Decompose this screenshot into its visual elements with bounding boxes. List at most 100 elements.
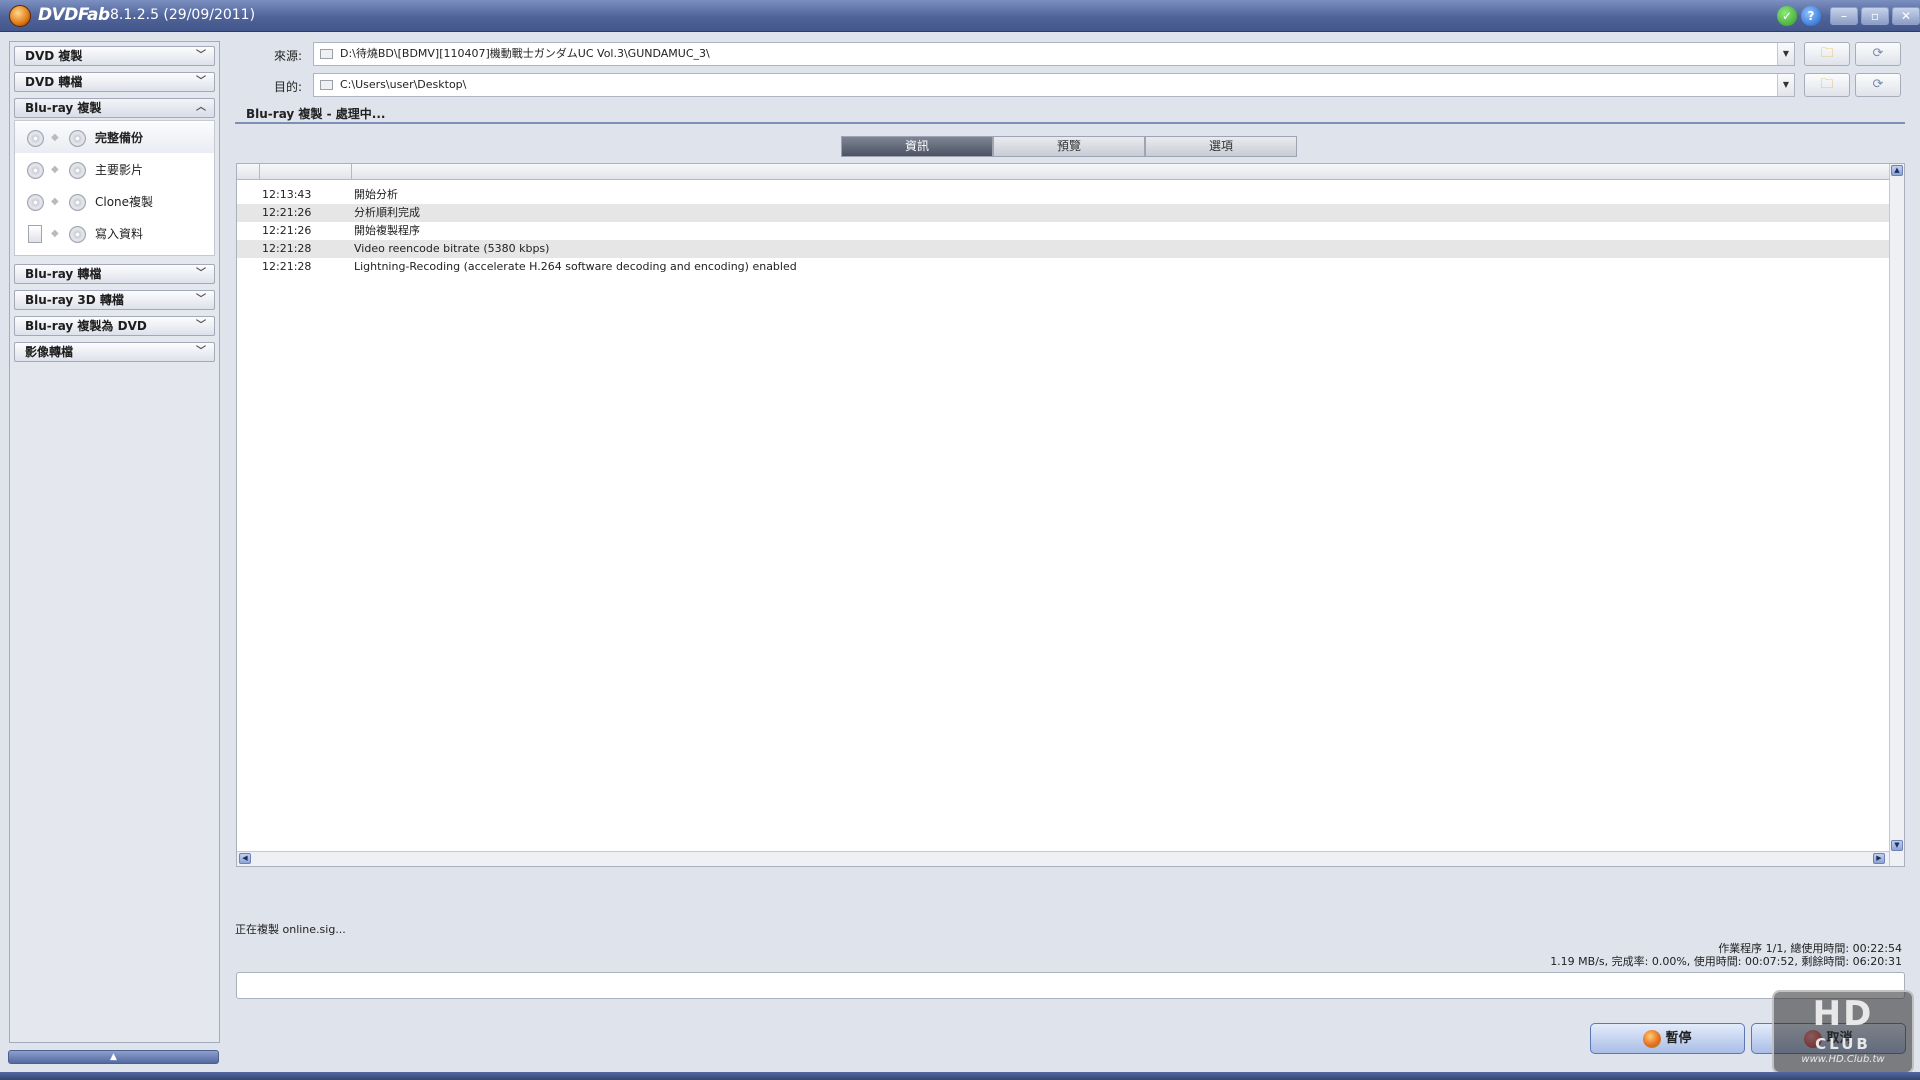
mode-label: 寫入資料 [95, 227, 144, 241]
document-icon [28, 225, 42, 243]
log-message: 開始分析 [354, 188, 398, 201]
browse-target-button[interactable]: 🗀 [1804, 73, 1850, 97]
watermark-sub: CLUB [1815, 1035, 1871, 1053]
bluray-copy-modes: ◆ 完整備份 ◆ 主要影片 ◆ Clone複製 ◆ 寫入資料 [14, 120, 215, 256]
minimize-button[interactable]: – [1830, 7, 1858, 25]
category-label: DVD 轉檔 [25, 75, 83, 89]
chevron-down-icon: ﹀ [196, 268, 206, 279]
category-label: 影像轉檔 [25, 345, 74, 359]
scroll-down-button[interactable]: ▼ [1891, 840, 1903, 851]
sidebar-category-dvd-copy[interactable]: DVD 複製 ﹀ [14, 46, 215, 66]
column-separator[interactable] [351, 164, 352, 180]
pause-icon [1643, 1029, 1662, 1048]
scroll-left-button[interactable]: ◀ [239, 853, 251, 864]
target-path-value: C:\Users\user\Desktop\ [340, 78, 467, 91]
disc-icon [27, 194, 44, 211]
chevron-down-icon: ﹀ [196, 76, 206, 87]
refresh-source-button[interactable]: ⟳ [1855, 42, 1901, 66]
source-label: 來源: [273, 49, 302, 63]
chevron-down-icon: ﹀ [196, 50, 206, 61]
arrow-icon: ◆ [51, 196, 59, 207]
refresh-target-button[interactable]: ⟳ [1855, 73, 1901, 97]
folder-icon [320, 80, 333, 90]
chevron-down-icon: ﹀ [196, 320, 206, 331]
log-header [237, 164, 1889, 180]
close-button[interactable]: ✕ [1892, 7, 1920, 25]
browse-source-button[interactable]: 🗀 [1804, 42, 1850, 66]
sidebar-category-bluray-convert[interactable]: Blu-ray 轉檔 ﹀ [14, 264, 215, 284]
arrow-icon: ◆ [51, 228, 59, 239]
log-list[interactable]: 12:13:43 開始分析 12:21:26 分析順利完成 12:21:26 開… [236, 163, 1905, 867]
target-path-field[interactable]: C:\Users\user\Desktop\ ▼ [313, 73, 1795, 97]
log-rows: 12:13:43 開始分析 12:21:26 分析順利完成 12:21:26 開… [237, 186, 1889, 276]
tab-options[interactable]: 選項 [1145, 136, 1297, 157]
dropdown-arrow-icon[interactable]: ▼ [1777, 74, 1794, 96]
app-window: DVDFab 8.1.2.5 (29/09/2011) ✓ ? – ▫ ✕ DV… [0, 0, 1920, 1080]
log-row[interactable]: 12:21:28 Video reencode bitrate (5380 kb… [237, 240, 1889, 258]
log-time: 12:21:26 [262, 224, 312, 237]
pause-label: 暫停 [1665, 1031, 1692, 1046]
source-path-value: D:\待燒BD\[BDMV][110407]機動戰士ガンダムUC Vol.3\G… [340, 47, 710, 60]
vertical-scrollbar[interactable]: ▲ ▼ [1889, 164, 1904, 866]
log-time: 12:21:28 [262, 242, 312, 255]
mode-label: Clone複製 [95, 195, 154, 209]
sidebar-category-video-convert[interactable]: 影像轉檔 ﹀ [14, 342, 215, 362]
column-separator[interactable] [259, 164, 260, 180]
title-bar: DVDFab 8.1.2.5 (29/09/2011) ✓ ? – ▫ ✕ [0, 0, 1920, 32]
arrow-icon: ◆ [51, 164, 59, 175]
watermark-url: www.HD.Club.tw [1801, 1054, 1885, 1065]
log-message: 開始複製程序 [354, 224, 420, 237]
help-icon[interactable]: ? [1801, 6, 1821, 26]
mode-label: 完整備份 [95, 131, 144, 145]
sidebar-category-bluray-3d[interactable]: Blu-ray 3D 轉檔 ﹀ [14, 290, 215, 310]
scroll-up-button[interactable]: ▲ [1891, 165, 1903, 176]
disc-icon [69, 194, 86, 211]
horizontal-scrollbar[interactable]: ◀ ▶ [237, 851, 1889, 866]
log-row[interactable]: 12:13:43 開始分析 [237, 186, 1889, 204]
disc-icon [69, 130, 86, 147]
disc-icon [69, 226, 86, 243]
watermark-logo: HD [1812, 994, 1874, 1034]
sidebar: DVD 複製 ﹀ DVD 轉檔 ﹀ Blu-ray 複製 ︿ ◆ 完整備份 ◆ … [9, 41, 220, 1043]
hdclub-watermark: HD CLUB www.HD.Club.tw [1772, 990, 1914, 1074]
sidebar-category-dvd-convert[interactable]: DVD 轉檔 ﹀ [14, 72, 215, 92]
maximize-button[interactable]: ▫ [1861, 7, 1889, 25]
category-label: Blu-ray 複製為 DVD [25, 319, 147, 333]
pause-button[interactable]: 暫停 [1590, 1023, 1745, 1054]
category-label: Blu-ray 轉檔 [25, 267, 102, 281]
log-time: 12:21:26 [262, 206, 312, 219]
mode-clone[interactable]: ◆ Clone複製 [15, 187, 214, 217]
category-label: Blu-ray 複製 [25, 101, 102, 115]
disc-icon [27, 162, 44, 179]
speed-stats-line: 1.19 MB/s, 完成率: 0.00%, 使用時間: 00:07:52, 剩… [1550, 955, 1902, 968]
section-title: Blu-ray 複製 - 處理中... [246, 107, 386, 121]
log-row[interactable]: 12:21:26 開始複製程序 [237, 222, 1889, 240]
mode-write-data[interactable]: ◆ 寫入資料 [15, 219, 214, 249]
tab-info[interactable]: 資訊 [841, 136, 993, 157]
app-name: DVDFab [38, 5, 110, 25]
chevron-down-icon: ﹀ [196, 346, 206, 357]
source-path-field[interactable]: D:\待燒BD\[BDMV][110407]機動戰士ガンダムUC Vol.3\G… [313, 42, 1795, 66]
check-icon[interactable]: ✓ [1777, 6, 1797, 26]
category-label: Blu-ray 3D 轉檔 [25, 293, 124, 307]
dvdfab-logo-icon [9, 5, 31, 27]
chevron-down-icon: ﹀ [196, 294, 206, 305]
mode-main-movie[interactable]: ◆ 主要影片 [15, 155, 214, 185]
scroll-right-button[interactable]: ▶ [1873, 853, 1885, 864]
folder-icon [320, 49, 333, 59]
sidebar-collapse-button[interactable]: ▲ [8, 1050, 219, 1064]
mode-full-disc[interactable]: ◆ 完整備份 [15, 123, 214, 153]
chevron-up-icon: ︿ [196, 102, 206, 113]
log-row[interactable]: 12:21:26 分析順利完成 [237, 204, 1889, 222]
category-label: DVD 複製 [25, 49, 83, 63]
app-version: 8.1.2.5 (29/09/2011) [110, 7, 256, 23]
sidebar-category-bluray-to-dvd[interactable]: Blu-ray 複製為 DVD ﹀ [14, 316, 215, 336]
target-label: 目的: [273, 80, 302, 94]
log-row[interactable]: 12:21:28 Lightning-Recoding (accelerate … [237, 258, 1889, 276]
tab-preview[interactable]: 預覽 [993, 136, 1145, 157]
tab-bar: 資訊 預覽 選項 [841, 136, 1297, 157]
mode-label: 主要影片 [95, 163, 144, 177]
sidebar-category-bluray-copy[interactable]: Blu-ray 複製 ︿ [14, 98, 215, 118]
dropdown-arrow-icon[interactable]: ▼ [1777, 43, 1794, 65]
window-bottom-border [0, 1072, 1920, 1080]
